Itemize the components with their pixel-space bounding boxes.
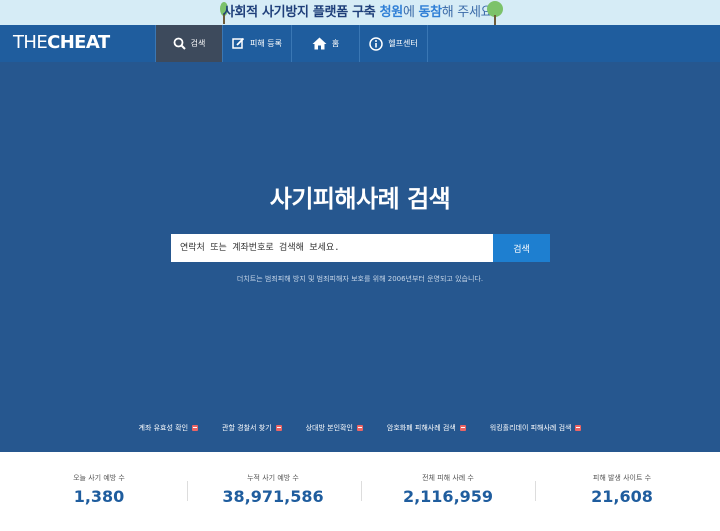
search-input[interactable] [171,234,493,262]
main-nav: THECHEAT 검색 피해 등록 홈 헬프센터 [0,25,720,62]
nav-item-report[interactable]: 피해 등록 [223,25,292,62]
stat-fraud-sites: 피해 발생 사이트 수 21,608 [534,452,710,507]
quick-link-label: 워킹홀리데이 피해사례 검색 [489,424,572,432]
stat-label: 누적 사기 예방 수 [247,474,299,482]
nav-item-home-label: 홈 [331,39,340,48]
quick-link-crypto-search[interactable]: 암호화폐 피해사례 검색 [387,423,466,433]
site-logo[interactable]: THECHEAT [13,32,110,54]
quick-link-label: 관할 경찰서 찾기 [222,424,272,432]
info-icon [369,36,384,51]
quick-link-identity-check[interactable]: 상대방 본인확인 [306,423,363,433]
quick-link-label: 상대방 본인확인 [305,424,353,432]
stats-section: 오늘 사기 예방 수 1,380 누적 사기 예방 수 38,971,586 전… [0,452,720,531]
stat-today-prevented: 오늘 사기 예방 수 1,380 [11,452,187,507]
search-icon [173,37,186,50]
stat-label: 오늘 사기 예방 수 [73,474,125,482]
stat-total-prevented: 누적 사기 예방 수 38,971,586 [185,452,361,507]
site-description: 더치트는 범죄피해 방지 및 범죄피해자 보호를 위해 2006년부터 운영되고… [236,275,484,283]
hero-section: 사기피해사례 검색 검색 더치트는 범죄피해 방지 및 범죄피해자 보호를 위해… [0,62,720,452]
stat-value: 38,971,586 [222,487,324,506]
external-link-icon [356,425,363,431]
nav-item-report-label: 피해 등록 [250,39,282,48]
page-title: 사기피해사례 검색 [269,185,451,213]
quick-link-label: 계좌 유효성 확인 [138,424,189,432]
nav-item-search-label: 검색 [190,39,206,48]
stat-value: 2,116,959 [402,487,494,506]
home-icon [312,37,327,50]
nav-item-help[interactable]: 헬프센터 [360,25,428,62]
stat-value: 21,608 [591,487,653,506]
quick-link-account-validity[interactable]: 계좌 유효성 확인 [139,423,199,433]
nav-item-help-label: 헬프센터 [388,39,418,48]
stat-label: 피해 발생 사이트 수 [592,474,652,482]
stat-label: 전체 피해 사례 수 [422,474,474,482]
stat-total-cases: 전체 피해 사례 수 2,116,959 [360,452,536,507]
external-link-icon [575,425,582,431]
nav-item-search[interactable]: 검색 [155,25,223,62]
edit-icon [232,37,245,49]
external-link-icon [275,425,282,431]
search-button[interactable]: 검색 [493,234,550,262]
quick-links: 계좌 유효성 확인 관할 경찰서 찾기 상대방 본인확인 암호화폐 피해사례 검… [0,423,720,433]
quick-link-label: 암호화폐 피해사례 검색 [386,424,456,432]
petition-banner[interactable]: 사회적 사기방지 플랫폼 구축 청원에 동참해 주세요! [0,0,720,25]
quick-link-working-holiday-search[interactable]: 워킹홀리데이 피해사례 검색 [490,423,582,433]
nav-item-home[interactable]: 홈 [292,25,360,62]
external-link-icon [192,425,199,431]
stat-value: 1,380 [73,487,125,506]
tree-icon-right [486,0,504,25]
quick-link-police-station[interactable]: 관할 경찰서 찾기 [222,423,282,433]
external-link-icon [459,425,466,431]
banner-text: 사회적 사기방지 플랫폼 구축 청원에 동참해 주세요! [222,5,498,20]
